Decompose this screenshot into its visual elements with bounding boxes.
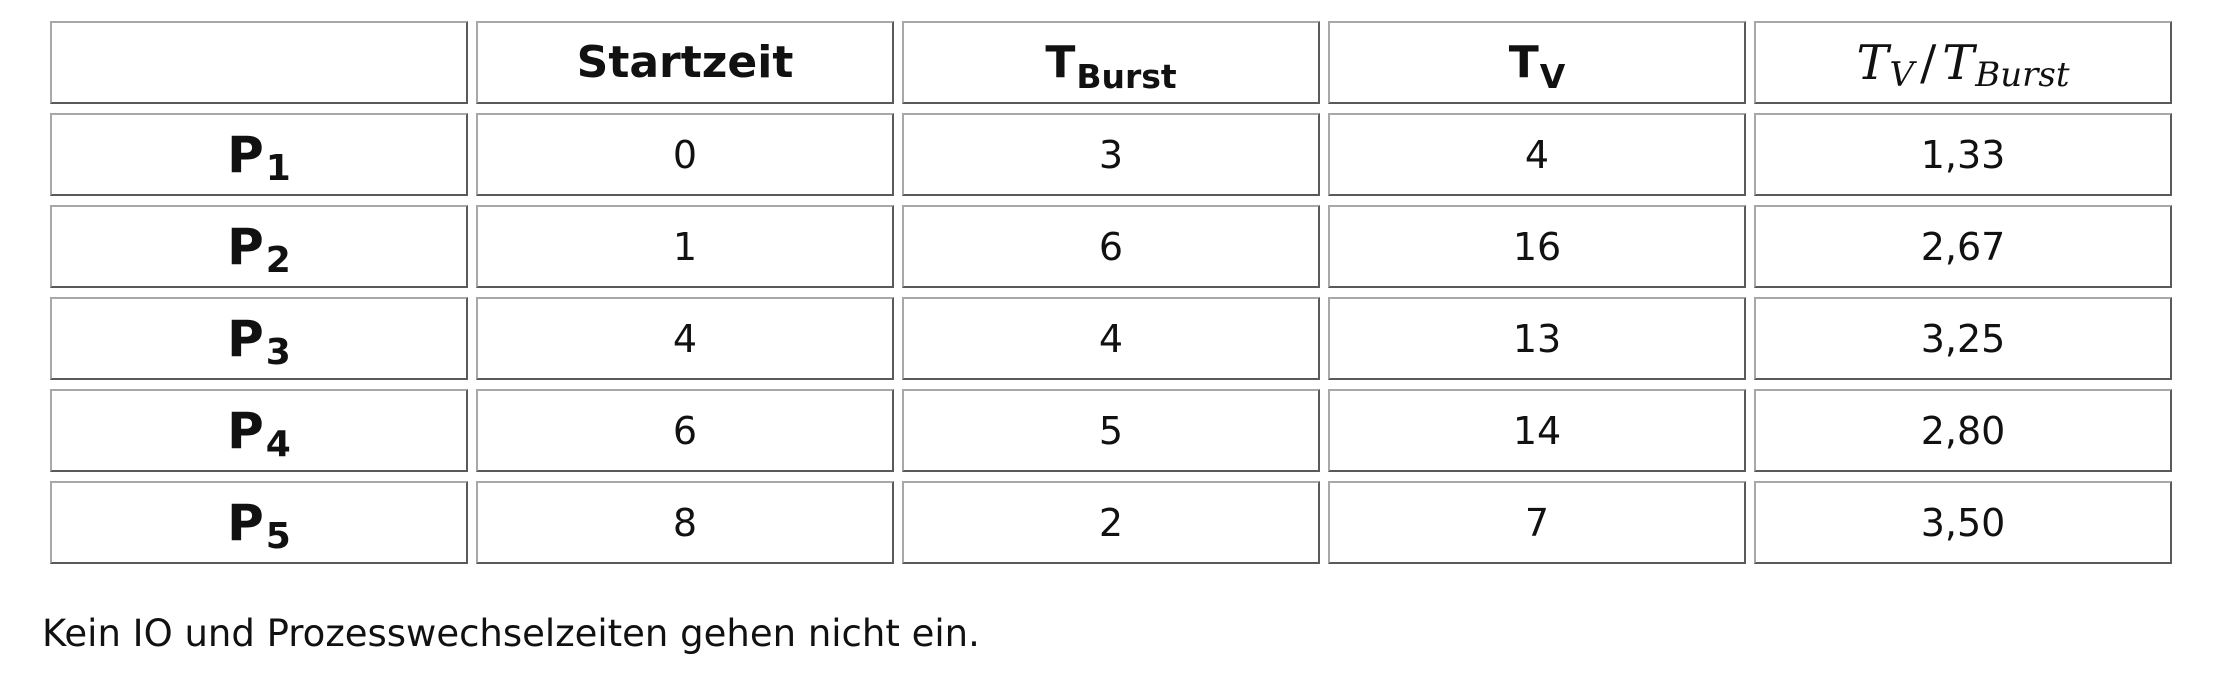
cell-p2-t-v: 16	[1328, 205, 1746, 288]
cell-p4-t-v: 14	[1328, 389, 1746, 472]
cell-p1-t-burst: 3	[902, 113, 1320, 196]
scheduling-table: Startzeit T Burst TV T V / T Burst P1 0 3 4 1…	[0, 0, 2220, 698]
formula-numerator: T	[1856, 34, 1889, 91]
cell-p4-ratio: 2,80	[1754, 389, 2172, 472]
footnote-text: Kein IO und Prozesswechselzeiten gehen n…	[42, 612, 980, 655]
cell-p3-t-burst: 4	[902, 297, 1320, 380]
cell-p1-ratio: 1,33	[1754, 113, 2172, 196]
header-t-v: TV	[1328, 21, 1746, 104]
header-t-burst: T Burst	[902, 21, 1320, 104]
cell-p2-ratio: 2,67	[1754, 205, 2172, 288]
row-label-p1: P1	[50, 113, 468, 196]
cell-p3-ratio: 3,25	[1754, 297, 2172, 380]
cell-p2-startzeit: 1	[476, 205, 894, 288]
header-startzeit-label: Startzeit	[576, 37, 794, 88]
header-t-burst-sub: Burst	[1076, 57, 1177, 96]
cell-p1-startzeit: 0	[476, 113, 894, 196]
row-label-main: P	[227, 401, 264, 460]
cell-p3-startzeit: 4	[476, 297, 894, 380]
row-label-p3: P3	[50, 297, 468, 380]
formula-slash: /	[1920, 34, 1937, 91]
cell-p1-t-v: 4	[1328, 113, 1746, 196]
row-label-sub: 1	[265, 148, 291, 189]
cell-p4-t-burst: 5	[902, 389, 1320, 472]
row-label-sub: 5	[265, 516, 291, 557]
header-empty-cell	[50, 21, 468, 104]
cell-p3-t-v: 13	[1328, 297, 1746, 380]
cell-p5-t-burst: 2	[902, 481, 1320, 564]
cell-p5-startzeit: 8	[476, 481, 894, 564]
row-label-p5: P5	[50, 481, 468, 564]
row-label-sub: 2	[265, 240, 291, 281]
row-label-main: P	[227, 125, 264, 184]
header-ratio-formula: T V / T Burst	[1754, 21, 2172, 104]
formula-denominator: T	[1942, 34, 1975, 91]
row-label-main: P	[227, 309, 264, 368]
cell-p4-startzeit: 6	[476, 389, 894, 472]
cell-p2-t-burst: 6	[902, 205, 1320, 288]
formula-numerator-sub: V	[1889, 54, 1915, 95]
formula-denominator-sub: Burst	[1975, 54, 2070, 95]
header-t-burst-main: T	[1045, 37, 1076, 88]
row-label-p4: P4	[50, 389, 468, 472]
cell-p5-ratio: 3,50	[1754, 481, 2172, 564]
row-label-sub: 3	[265, 332, 291, 373]
cell-p5-t-v: 7	[1328, 481, 1746, 564]
row-label-main: P	[227, 493, 264, 552]
header-startzeit: Startzeit	[476, 21, 894, 104]
row-label-p2: P2	[50, 205, 468, 288]
header-t-v-sub: V	[1539, 57, 1566, 96]
header-t-v-main: T	[1508, 37, 1539, 88]
row-label-main: P	[227, 217, 264, 276]
row-label-sub: 4	[265, 424, 291, 465]
